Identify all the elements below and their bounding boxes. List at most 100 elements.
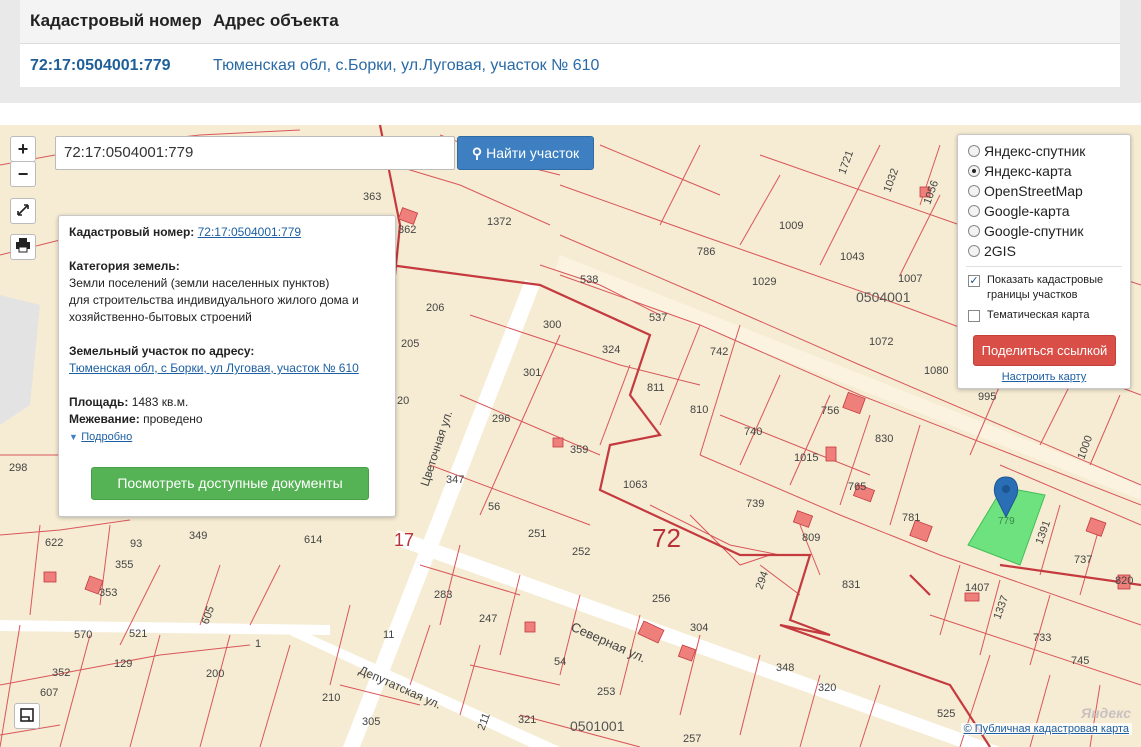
search-results-panel: Кадастровый номер Адрес объекта 72:17:05… [0, 0, 1141, 103]
map-area-grey [0, 295, 40, 425]
show-borders-checkbox[interactable]: ✓ [968, 275, 980, 287]
info-address-label: Земельный участок по адресу: [69, 344, 255, 358]
parcel-number-label: 252 [572, 546, 590, 558]
parcel-number-label: 359 [570, 444, 588, 456]
parcel-number-label: 1015 [794, 452, 818, 464]
parcel-number-label: 362 [398, 224, 416, 236]
parcel-number-label: 347 [446, 474, 464, 486]
parcel-number-label: 1007 [898, 273, 922, 285]
parcel-number-label: 765 [848, 481, 866, 493]
info-cadastral-label: Кадастровый номер: [69, 225, 195, 239]
layer-option-label: Яндекс-спутник [984, 143, 1086, 159]
parcel-number-label: 200 [206, 668, 224, 680]
parcel-number-label: 742 [710, 346, 728, 358]
legend-icon [20, 708, 34, 722]
parcel-number-label: 830 [875, 433, 893, 445]
layers-divider [966, 266, 1122, 267]
parcel-number-label: 320 [818, 682, 836, 694]
layer-radio[interactable] [968, 145, 980, 157]
layer-option[interactable]: OpenStreetMap [968, 183, 1083, 203]
layer-radio[interactable] [968, 205, 980, 217]
parcel-number-label: 251 [528, 528, 546, 540]
info-survey-label: Межевание: [69, 412, 140, 426]
yandex-watermark: Яндекс [1081, 705, 1131, 721]
info-category-line2: для строительства индивидуального жилого… [69, 293, 359, 307]
parcel-number-label: 745 [1071, 655, 1089, 667]
layer-radio[interactable] [968, 245, 980, 257]
parcel-number-label: 607 [40, 687, 58, 699]
layer-option[interactable]: 2GIS [968, 243, 1016, 263]
cadastral-search-input[interactable]: 72:17:0504001:779 [55, 136, 455, 170]
parcel-number-label: 363 [363, 191, 381, 203]
layer-radio[interactable] [968, 185, 980, 197]
parcel-number-label: 300 [543, 319, 561, 331]
find-parcel-button[interactable]: ⚲ Найти участок [457, 136, 594, 170]
info-cadastral-link[interactable]: 72:17:0504001:779 [198, 225, 301, 239]
print-button[interactable] [10, 234, 36, 260]
parcel-number-label: 353 [99, 587, 117, 599]
parcel-number-label: 283 [434, 589, 452, 601]
info-category-line3: хозяйственно-бытовых строений [69, 310, 252, 324]
layer-option-label: OpenStreetMap [984, 183, 1083, 199]
thematic-map-label: Тематическая карта [987, 309, 1090, 321]
info-cadastral-block: Кадастровый номер: 72:17:0504001:779 [69, 224, 385, 241]
parcel-number-label: 781 [902, 512, 920, 524]
show-borders-label: Показать кадастровые границы участков [987, 274, 1104, 301]
layer-radio[interactable] [968, 165, 980, 177]
parcel-number-label: 56 [488, 501, 500, 513]
parcel-number-label: 810 [690, 404, 708, 416]
parcel-number-label: 1721 [837, 149, 857, 176]
info-area-value: 1483 кв.м. [131, 395, 189, 409]
configure-map-link[interactable]: Настроить карту [958, 371, 1130, 383]
view-documents-button[interactable]: Посмотреть доступные документы [91, 467, 369, 500]
parcel-number-label: 786 [697, 246, 715, 258]
quarter-label-72: 72 [652, 523, 681, 553]
parcel-number-label: 352 [52, 667, 70, 679]
parcel-number-label: 1 [255, 638, 261, 650]
share-link-button[interactable]: Поделиться ссылкой [973, 335, 1116, 366]
parcel-number-label: 737 [1074, 554, 1092, 566]
thematic-map-option[interactable]: Тематическая карта [968, 308, 1118, 323]
layer-option-label: 2GIS [984, 243, 1016, 259]
thematic-map-checkbox[interactable] [968, 310, 980, 322]
show-borders-option[interactable]: ✓ Показать кадастровые границы участков [968, 273, 1118, 303]
parcel-number-label: 614 [304, 534, 322, 546]
zoom-in-button[interactable]: + [10, 136, 36, 162]
layer-option[interactable]: Google-спутник [968, 223, 1083, 243]
result-address-link[interactable]: Тюменская обл, с.Борки, ул.Луговая, учас… [213, 57, 599, 75]
layer-option-label: Google-карта [984, 203, 1070, 219]
printer-icon [16, 238, 30, 253]
parcel-number-label: 1009 [779, 220, 803, 232]
cadastral-map[interactable]: 1721 1032 1056 363 1372 362 1009 786 1043 1029 100… [0, 125, 1141, 747]
info-address-link[interactable]: Тюменская обл, с Борки, ул Луговая, учас… [69, 361, 359, 375]
cadastral-map-link[interactable]: © Публичная кадастровая карта [964, 723, 1129, 735]
layer-option-label: Google-спутник [984, 223, 1084, 239]
map-legend-button[interactable] [14, 703, 40, 729]
parcel-number-label: 1080 [924, 365, 948, 377]
parcel-number-label: 521 [129, 628, 147, 640]
parcel-number-label: 349 [189, 530, 207, 542]
zoom-out-button[interactable]: − [10, 161, 36, 187]
result-cadastral-number-link[interactable]: 72:17:0504001:779 [30, 57, 171, 75]
parcel-number-label: 20 [397, 395, 409, 407]
parcel-number-label: 811 [647, 382, 665, 394]
info-area-label: Площадь: [69, 395, 129, 409]
layer-option[interactable]: Яндекс-спутник [968, 143, 1085, 163]
parcel-number-label: 11 [383, 629, 394, 641]
column-header-cadastral-number: Кадастровый номер [30, 11, 202, 30]
layer-option[interactable]: Яндекс-карта [968, 163, 1071, 183]
results-table-header: Кадастровый номер Адрес объекта [20, 0, 1120, 44]
parcel-number-label: 733 [1033, 632, 1051, 644]
parcel-number-label: 1063 [623, 479, 647, 491]
parcel-number-label: 820 [1115, 575, 1133, 587]
parcel-number-label: 1029 [752, 276, 776, 288]
layer-radio[interactable] [968, 225, 980, 237]
layer-option[interactable]: Google-карта [968, 203, 1070, 223]
parcel-number-label: 1072 [869, 336, 893, 348]
parcel-number-label: 831 [842, 579, 860, 591]
info-category-block: Категория земель: Земли поселений (земли… [69, 258, 385, 326]
fullscreen-button[interactable] [10, 198, 36, 224]
info-more-link[interactable]: Подробно [81, 431, 132, 443]
parcel-number-label: 294 [754, 570, 772, 591]
parcel-number-label: 1056 [922, 179, 942, 206]
